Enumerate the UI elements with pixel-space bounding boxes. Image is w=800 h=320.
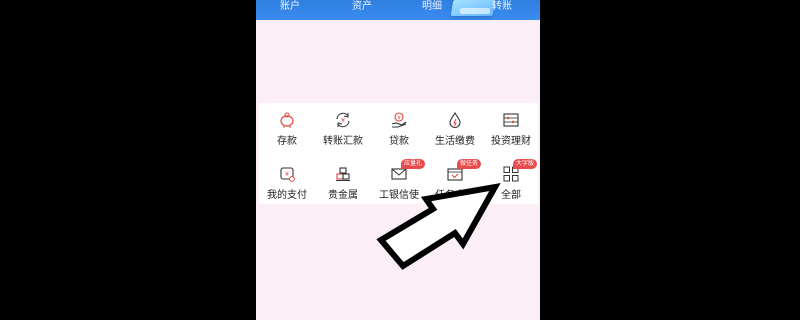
pointer-arrow-icon — [376, 182, 501, 270]
piggy-bank-icon — [280, 112, 294, 128]
service-utility[interactable]: 生活缴费 — [427, 107, 483, 151]
service-label: 存款 — [277, 136, 297, 147]
abacus-icon — [503, 113, 519, 127]
svg-text:¥: ¥ — [397, 115, 401, 121]
phone-screen: 账户 资产 明细 转账 存款 ¥ 转账汇款 ¥ 贷款 生活缴费 投资理财 ¥ 我… — [256, 0, 540, 320]
transfer-icon: ¥ — [336, 112, 350, 128]
service-my-payment[interactable]: ¥ 我的支付 — [259, 161, 315, 205]
service-deposit[interactable]: 存款 — [259, 107, 315, 151]
service-label: 生活缴费 — [435, 136, 475, 147]
gold-bars-icon — [336, 167, 350, 181]
tab-transfer[interactable]: 转账 — [492, 1, 512, 13]
account-tab-bar: 账户 资产 明细 转账 — [256, 0, 540, 20]
tab-details[interactable]: 明细 — [422, 1, 442, 13]
badge: 做任务 — [457, 159, 482, 169]
service-label: 我的支付 — [267, 190, 307, 201]
tab-assets[interactable]: 资产 — [352, 1, 372, 13]
service-investment[interactable]: 投资理财 — [483, 107, 539, 151]
service-transfer[interactable]: ¥ 转账汇款 — [315, 107, 371, 151]
badge: 大字版 — [513, 159, 538, 169]
tab-account[interactable]: 账户 — [280, 1, 300, 13]
service-precious-metal[interactable]: 贵金属 — [315, 161, 371, 205]
service-label: 投资理财 — [491, 136, 531, 147]
service-loan[interactable]: ¥ 贷款 — [371, 107, 427, 151]
svg-text:¥: ¥ — [285, 171, 289, 178]
wallet-icon: ¥ — [280, 167, 295, 182]
utility-drop-icon — [449, 111, 461, 128]
service-label: 转账汇款 — [323, 136, 363, 147]
svg-text:¥: ¥ — [341, 118, 345, 125]
promo-graphic-shine — [460, 8, 490, 14]
service-label: 贷款 — [389, 136, 409, 147]
badge: 应量礼 — [401, 159, 426, 169]
service-label: 贵金属 — [328, 190, 358, 201]
loan-hand-icon: ¥ — [391, 112, 407, 128]
